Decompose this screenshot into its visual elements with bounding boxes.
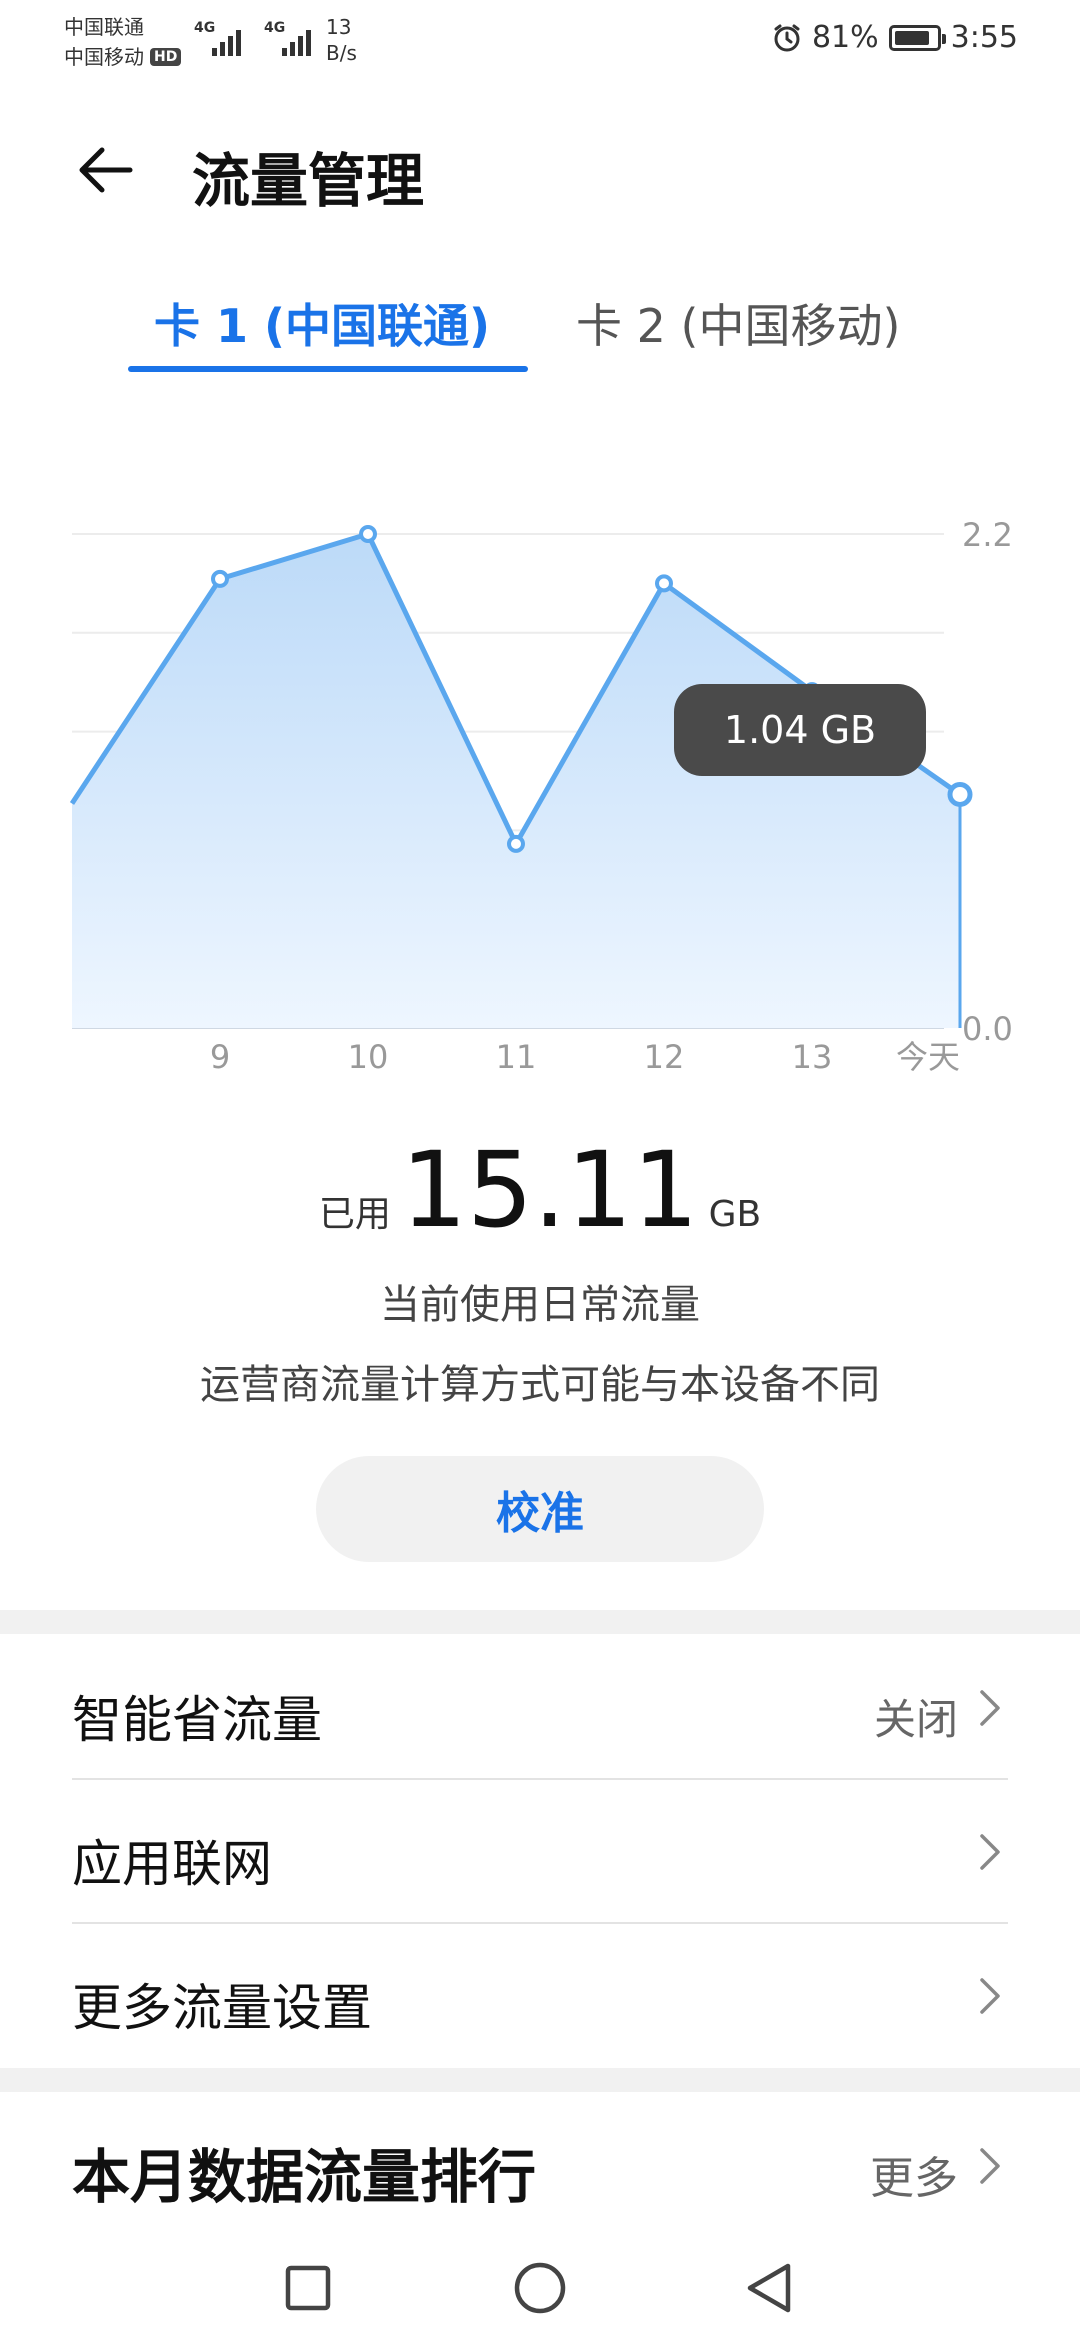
network-speed: 13 B/s xyxy=(326,14,357,66)
chart-tooltip: 1.04 GB xyxy=(674,684,926,776)
x-tick-label: 11 xyxy=(496,1038,537,1076)
signal-2-icon: 4G xyxy=(264,20,320,56)
status-bar: 中国联通 中国移动 HD 4G 4G 13 B/s 81% 3:55 xyxy=(0,0,1080,84)
arrow-left-icon xyxy=(79,147,133,193)
usage-chart-svg: 9 10 11 12 13 今天 2.2 0.0 xyxy=(69,516,1013,1076)
calibrate-button[interactable]: 校准 xyxy=(316,1456,764,1562)
circle-icon xyxy=(514,2262,566,2314)
carrier-2-name: 中国移动 xyxy=(64,45,144,69)
data-point xyxy=(211,569,229,588)
app-network-label: 应用联网 xyxy=(72,1835,272,1893)
x-tick-label: 12 xyxy=(644,1038,685,1076)
home-button[interactable] xyxy=(508,2256,572,2320)
back-button[interactable] xyxy=(66,130,146,210)
triangle-back-icon xyxy=(747,2263,791,2313)
signal-indicators: 4G 4G xyxy=(194,20,320,56)
usage-summary: 已用 15.11 GB xyxy=(0,1130,1080,1250)
y-tick-label-max: 2.2 xyxy=(962,516,1013,554)
data-point xyxy=(507,834,525,853)
usage-prefix: 已用 xyxy=(318,1194,391,1235)
navigation-bar xyxy=(0,2236,1080,2340)
usage-type-text: 当前使用日常流量 xyxy=(380,1282,700,1328)
tab-indicator xyxy=(128,366,528,372)
app-header: 流量管理 xyxy=(0,110,1080,220)
usage-area xyxy=(72,534,960,1028)
status-right: 81% 3:55 xyxy=(772,20,1018,55)
x-tick-label: 今天 xyxy=(896,1038,960,1076)
section-divider xyxy=(0,2068,1080,2092)
data-point-today xyxy=(947,781,973,807)
signal-1-icon: 4G xyxy=(194,20,250,56)
smart-saver-label: 智能省流量 xyxy=(72,1691,322,1749)
chevron-right-icon xyxy=(980,1978,1000,2014)
x-tick-label: 13 xyxy=(792,1038,833,1076)
recent-apps-button[interactable] xyxy=(276,2256,340,2320)
carrier-notice-text: 运营商流量计算方式可能与本设备不同 xyxy=(200,1362,880,1408)
y-tick-label-min: 0.0 xyxy=(962,1010,1013,1048)
tab-sim-1[interactable]: 卡 1 (中国联通) xyxy=(128,280,528,380)
x-tick-label: 9 xyxy=(210,1038,230,1076)
chevron-right-icon[interactable] xyxy=(978,2144,1002,2188)
data-usage-screen: 中国联通 中国移动 HD 4G 4G 13 B/s 81% 3:55 流量管理 … xyxy=(0,0,1080,2340)
list-item-app-network[interactable]: 应用联网 xyxy=(0,1780,1080,1924)
tab-sim-2-label: 卡 2 (中国移动) xyxy=(576,299,901,353)
battery-percent: 81% xyxy=(811,20,879,55)
battery-icon xyxy=(888,24,946,51)
data-point xyxy=(359,525,377,543)
chevron-right-icon xyxy=(980,1690,1000,1726)
data-point xyxy=(655,574,673,593)
list-item-more-settings[interactable]: 更多流量设置 xyxy=(0,1924,1080,2068)
hd-badge: HD xyxy=(150,48,182,66)
ranking-title: 本月数据流量排行 xyxy=(72,2143,537,2211)
x-tick-label: 10 xyxy=(348,1038,389,1076)
usage-chart: 9 10 11 12 13 今天 2.2 0.0 1.04 GB xyxy=(0,460,1080,1100)
section-divider xyxy=(0,1610,1080,1634)
ranking-more-link[interactable]: 更多 xyxy=(870,2142,958,2206)
list-item-smart-saver[interactable]: 智能省流量 关闭 xyxy=(0,1636,1080,1780)
usage-unit: GB xyxy=(708,1194,762,1235)
chevron-right-icon xyxy=(980,1834,1000,1870)
page-title: 流量管理 xyxy=(192,147,425,215)
smart-saver-status: 关闭 xyxy=(873,1695,958,1744)
alarm-icon xyxy=(774,24,800,51)
carrier-1-name: 中国联通 xyxy=(64,15,144,39)
square-icon xyxy=(285,2265,331,2311)
clock: 3:55 xyxy=(950,20,1018,55)
speed-unit: B/s xyxy=(326,41,357,65)
speed-value: 13 xyxy=(326,15,352,39)
tab-sim-1-label: 卡 1 (中国联通) xyxy=(154,299,491,353)
carrier-info: 中国联通 中国移动 HD xyxy=(64,12,182,72)
sim-tabs: 卡 1 (中国联通) 卡 2 (中国移动) xyxy=(0,280,1080,380)
more-settings-label: 更多流量设置 xyxy=(72,1979,372,2037)
back-nav-button[interactable] xyxy=(738,2256,802,2320)
usage-value: 15.11 xyxy=(400,1129,699,1251)
tab-sim-2[interactable]: 卡 2 (中国移动) xyxy=(576,280,936,380)
